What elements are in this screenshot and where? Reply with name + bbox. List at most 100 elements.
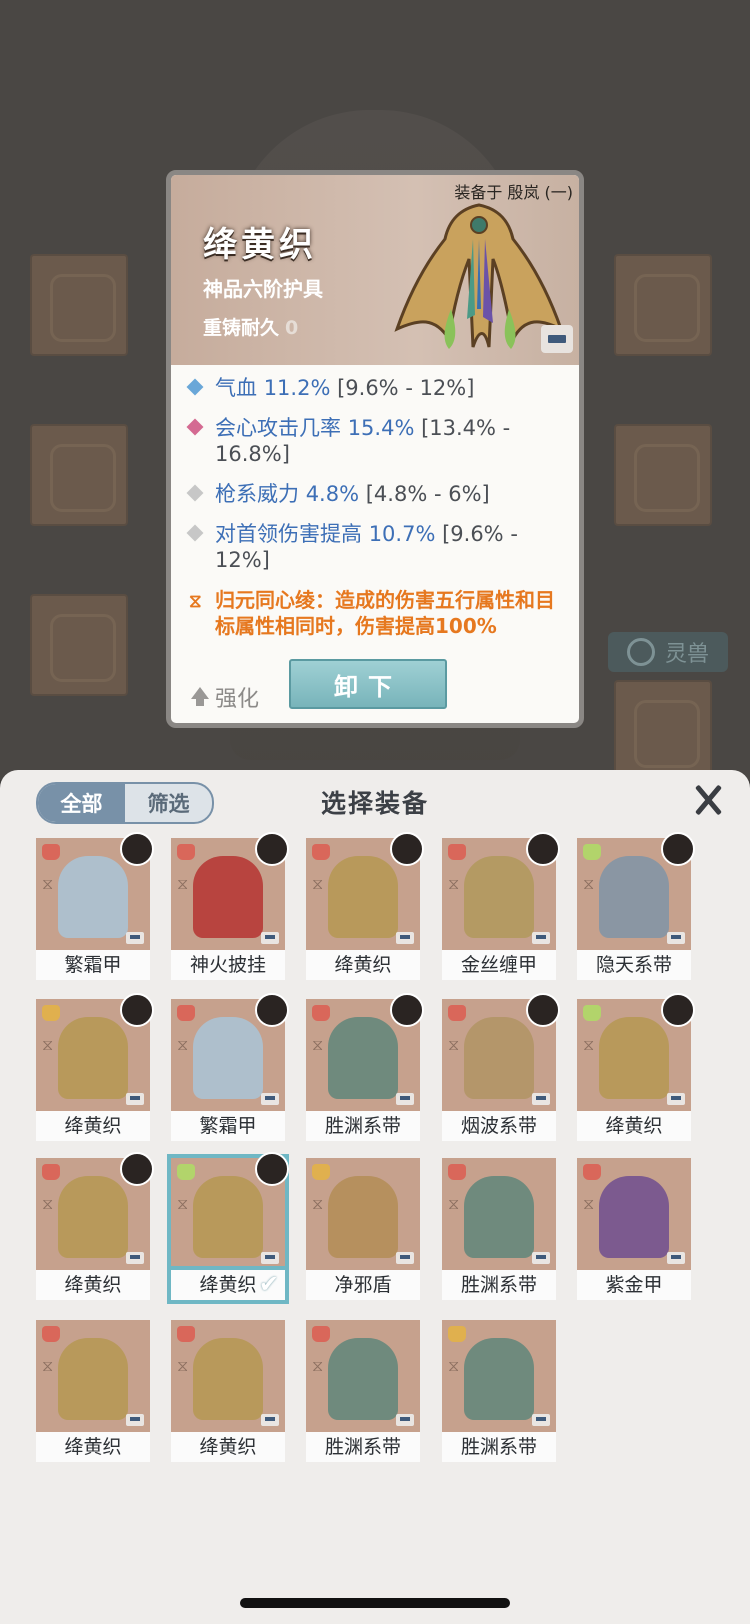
equipment-item[interactable]: ⧖ 金丝缠甲 [442, 832, 560, 980]
owner-avatar [255, 1152, 289, 1186]
owner-avatar [255, 993, 289, 1027]
equipment-item[interactable]: ⧖ 胜渊系带 [442, 1320, 556, 1462]
slot-type-icon [448, 1005, 466, 1021]
item-label: 隐天系带 [577, 950, 691, 980]
equipment-item[interactable]: ⧖ 繁霜甲 [171, 993, 289, 1141]
item-art-image [58, 1338, 128, 1420]
item-label: 金丝缠甲 [442, 950, 556, 980]
lock-icon [126, 932, 144, 944]
item-tile: ⧖ [577, 1158, 691, 1270]
item-detail-card: 装备于 殷岚 (一) 绛黄织 神品六阶护具 重铸耐久 0 气血 11.2% [9.… [166, 170, 584, 728]
item-label: 绛黄织 [36, 1432, 150, 1462]
item-label: 胜渊系带 [306, 1432, 420, 1462]
set-bonus-text: 归元同心绫：造成的伤害五行属性和目标属性相同时，伤害提高100% [215, 588, 555, 638]
owner-avatar [526, 832, 560, 866]
set-symbol-icon: ⧖ [177, 1194, 189, 1213]
lock-icon[interactable] [541, 325, 573, 353]
slot-type-icon [312, 844, 330, 860]
item-tile: ⧖ [306, 832, 424, 950]
set-symbol-icon: ⧖ [583, 874, 595, 893]
owner-avatar [661, 832, 695, 866]
home-indicator[interactable] [240, 1598, 510, 1608]
item-art-image [599, 1176, 669, 1258]
slot-type-icon [312, 1326, 330, 1342]
slot-type-icon [177, 1326, 195, 1342]
stat-row: 对首领伤害提高 10.7% [9.6% - 12%] [186, 521, 567, 573]
slot-type-icon [312, 1005, 330, 1021]
item-tile: ⧖ [577, 993, 695, 1111]
lock-icon [261, 1093, 279, 1105]
slot-type-icon [448, 1326, 466, 1342]
lock-icon [126, 1414, 144, 1426]
checkmark-icon: ✔ [258, 1270, 279, 1298]
item-label: 繁霜甲 [36, 950, 150, 980]
slot-type-icon [583, 844, 601, 860]
equipment-item[interactable]: ⧖ 神火披挂 [171, 832, 289, 980]
belt-slot [614, 680, 712, 782]
equipment-item[interactable]: ⧖ 绛黄织 ✔ [167, 1152, 289, 1304]
item-art-image [599, 1017, 669, 1099]
item-art-image [599, 856, 669, 938]
equipment-item[interactable]: ⧖ 紫金甲 [577, 1158, 691, 1300]
set-symbol-icon: ⧖ [448, 1194, 460, 1213]
slot-type-icon [42, 1326, 60, 1342]
lock-icon [126, 1093, 144, 1105]
equipment-item[interactable]: ⧖ 繁霜甲 [36, 832, 154, 980]
equipment-item[interactable]: ⧖ 绛黄织 [171, 1320, 285, 1462]
equipment-item[interactable]: ⧖ 绛黄织 [36, 993, 154, 1141]
equipment-item[interactable]: ⧖ 胜渊系带 [306, 1320, 420, 1462]
set-symbol-icon: ⧖ [448, 1356, 460, 1375]
equipment-item[interactable]: ⧖ 胜渊系带 [306, 993, 424, 1141]
set-symbol-icon: ⧖ [189, 591, 202, 612]
equipment-item[interactable]: ⧖ 绛黄织 [36, 1152, 154, 1300]
stat-row: 气血 11.2% [9.6% - 12%] [186, 375, 567, 401]
item-grade: 神品六阶护具 [203, 277, 323, 301]
stat-name: 会心攻击几率 [215, 416, 341, 440]
lock-icon [396, 1093, 414, 1105]
unequip-button[interactable]: 卸下 [289, 659, 447, 709]
item-label: 绛黄织 [36, 1270, 150, 1300]
equipment-item[interactable]: ⧖ 绛黄织 [36, 1320, 150, 1462]
item-label: 绛黄织 [577, 1111, 691, 1141]
item-tile: ⧖ [36, 1152, 154, 1270]
set-symbol-icon: ⧖ [312, 1194, 324, 1213]
owner-avatar [120, 1152, 154, 1186]
set-symbol-icon: ⧖ [177, 1035, 189, 1054]
equipment-item[interactable]: ⧖ 绛黄织 [306, 832, 424, 980]
equipment-item[interactable]: ⧖ 烟波系带 [442, 993, 560, 1141]
enhance-button[interactable]: 强化 [191, 681, 259, 713]
slot-type-icon [312, 1164, 330, 1180]
item-art-image [464, 1338, 534, 1420]
accessory-slot [614, 424, 712, 526]
set-bonus: ⧖ 归元同心绫：造成的伤害五行属性和目标属性相同时，伤害提高100% [189, 587, 567, 639]
item-label: 净邪盾 [306, 1270, 420, 1300]
equipment-item[interactable]: ⧖ 绛黄织 [577, 993, 695, 1141]
equipment-item[interactable]: ⧖ 隐天系带 [577, 832, 695, 980]
item-name: 绛黄织 [203, 225, 317, 265]
lock-icon [261, 932, 279, 944]
set-symbol-icon: ⧖ [312, 1356, 324, 1375]
item-art-image [328, 1176, 398, 1258]
slot-type-icon [448, 844, 466, 860]
set-symbol-icon: ⧖ [177, 874, 189, 893]
equipment-item[interactable]: ⧖ 净邪盾 [306, 1158, 420, 1300]
item-art-image [193, 856, 263, 938]
item-art-image [328, 1017, 398, 1099]
close-icon[interactable] [688, 780, 728, 820]
lock-icon [532, 1414, 550, 1426]
helmet-slot [614, 254, 712, 356]
slot-type-icon [583, 1164, 601, 1180]
item-durability: 重铸耐久 0 [203, 313, 298, 340]
pet-button: 灵兽 [608, 632, 728, 672]
diamond-icon [186, 484, 204, 502]
picker-title: 选择装备 [320, 789, 429, 818]
set-symbol-icon: ⧖ [583, 1035, 595, 1054]
item-label: 神火披挂 [171, 950, 285, 980]
stat-range: [4.8% - 6%] [365, 482, 490, 506]
item-tile: ⧖ [442, 993, 560, 1111]
item-tile: ⧖ [36, 1320, 150, 1432]
item-label: 胜渊系带 [442, 1432, 556, 1462]
item-tile: ⧖ [306, 1158, 420, 1270]
equipment-item[interactable]: ⧖ 胜渊系带 [442, 1158, 556, 1300]
item-art-image [58, 856, 128, 938]
